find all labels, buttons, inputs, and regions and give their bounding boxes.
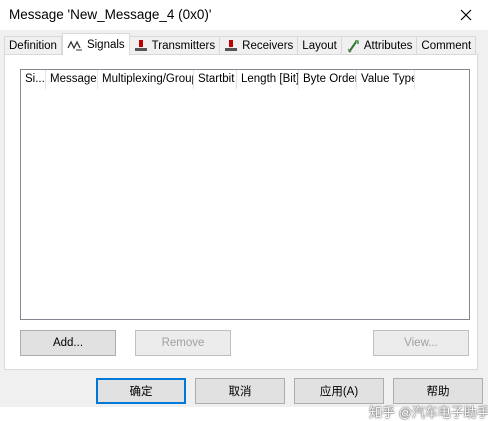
tab-label: Attributes (363, 40, 413, 52)
tab-receivers[interactable]: Receivers (220, 36, 299, 55)
column-header-signal[interactable]: Si... (21, 70, 46, 89)
signals-panel: Si... Message Multiplexing/Group Startbi… (4, 54, 478, 370)
ok-button[interactable]: 确定 (96, 378, 186, 404)
tab-label: Comment (421, 40, 472, 52)
close-icon (460, 9, 472, 21)
tab-label: Definition (9, 40, 57, 52)
view-button[interactable]: View... (373, 330, 469, 356)
column-header-message[interactable]: Message (46, 70, 98, 89)
tab-attributes[interactable]: Attributes (341, 36, 418, 55)
close-button[interactable] (444, 0, 488, 30)
add-button[interactable]: Add... (20, 330, 116, 356)
tab-label: Layout (302, 40, 337, 52)
tab-strip: Definition Signals Transmitters Receiver… (4, 33, 477, 56)
column-header-startbit[interactable]: Startbit (194, 70, 237, 89)
title-bar: Message 'New_Message_4 (0x0)' (0, 0, 488, 30)
column-header-byte-order[interactable]: Byte Order (299, 70, 357, 89)
remove-button[interactable]: Remove (135, 330, 231, 356)
attribute-icon (347, 39, 359, 53)
tab-definition[interactable]: Definition (4, 36, 62, 55)
tab-label: Receivers (242, 40, 294, 52)
tab-label: Transmitters (151, 40, 216, 52)
list-header: Si... Message Multiplexing/Group Startbi… (21, 70, 415, 89)
tab-transmitters[interactable]: Transmitters (129, 36, 221, 55)
column-header-length[interactable]: Length [Bit] (237, 70, 299, 89)
tab-label: Signals (86, 38, 125, 51)
watermark: 知乎 @汽车电子助手 (369, 405, 488, 420)
dialog-body: Definition Signals Transmitters Receiver… (0, 30, 488, 420)
column-header-multiplexing[interactable]: Multiplexing/Group (98, 70, 194, 89)
apply-button[interactable]: 应用(A) (294, 378, 384, 404)
node-icon (225, 40, 238, 51)
tab-layout[interactable]: Layout (298, 36, 342, 55)
cancel-button[interactable]: 取消 (195, 378, 285, 404)
node-icon (134, 40, 147, 51)
signals-list[interactable]: Si... Message Multiplexing/Group Startbi… (20, 69, 470, 320)
signal-icon (67, 40, 82, 50)
column-header-value-type[interactable]: Value Type (357, 70, 415, 89)
help-button[interactable]: 帮助 (393, 378, 483, 404)
tab-signals[interactable]: Signals (61, 33, 130, 56)
window-title: Message 'New_Message_4 (0x0)' (9, 7, 212, 22)
tab-comment[interactable]: Comment (417, 36, 477, 55)
